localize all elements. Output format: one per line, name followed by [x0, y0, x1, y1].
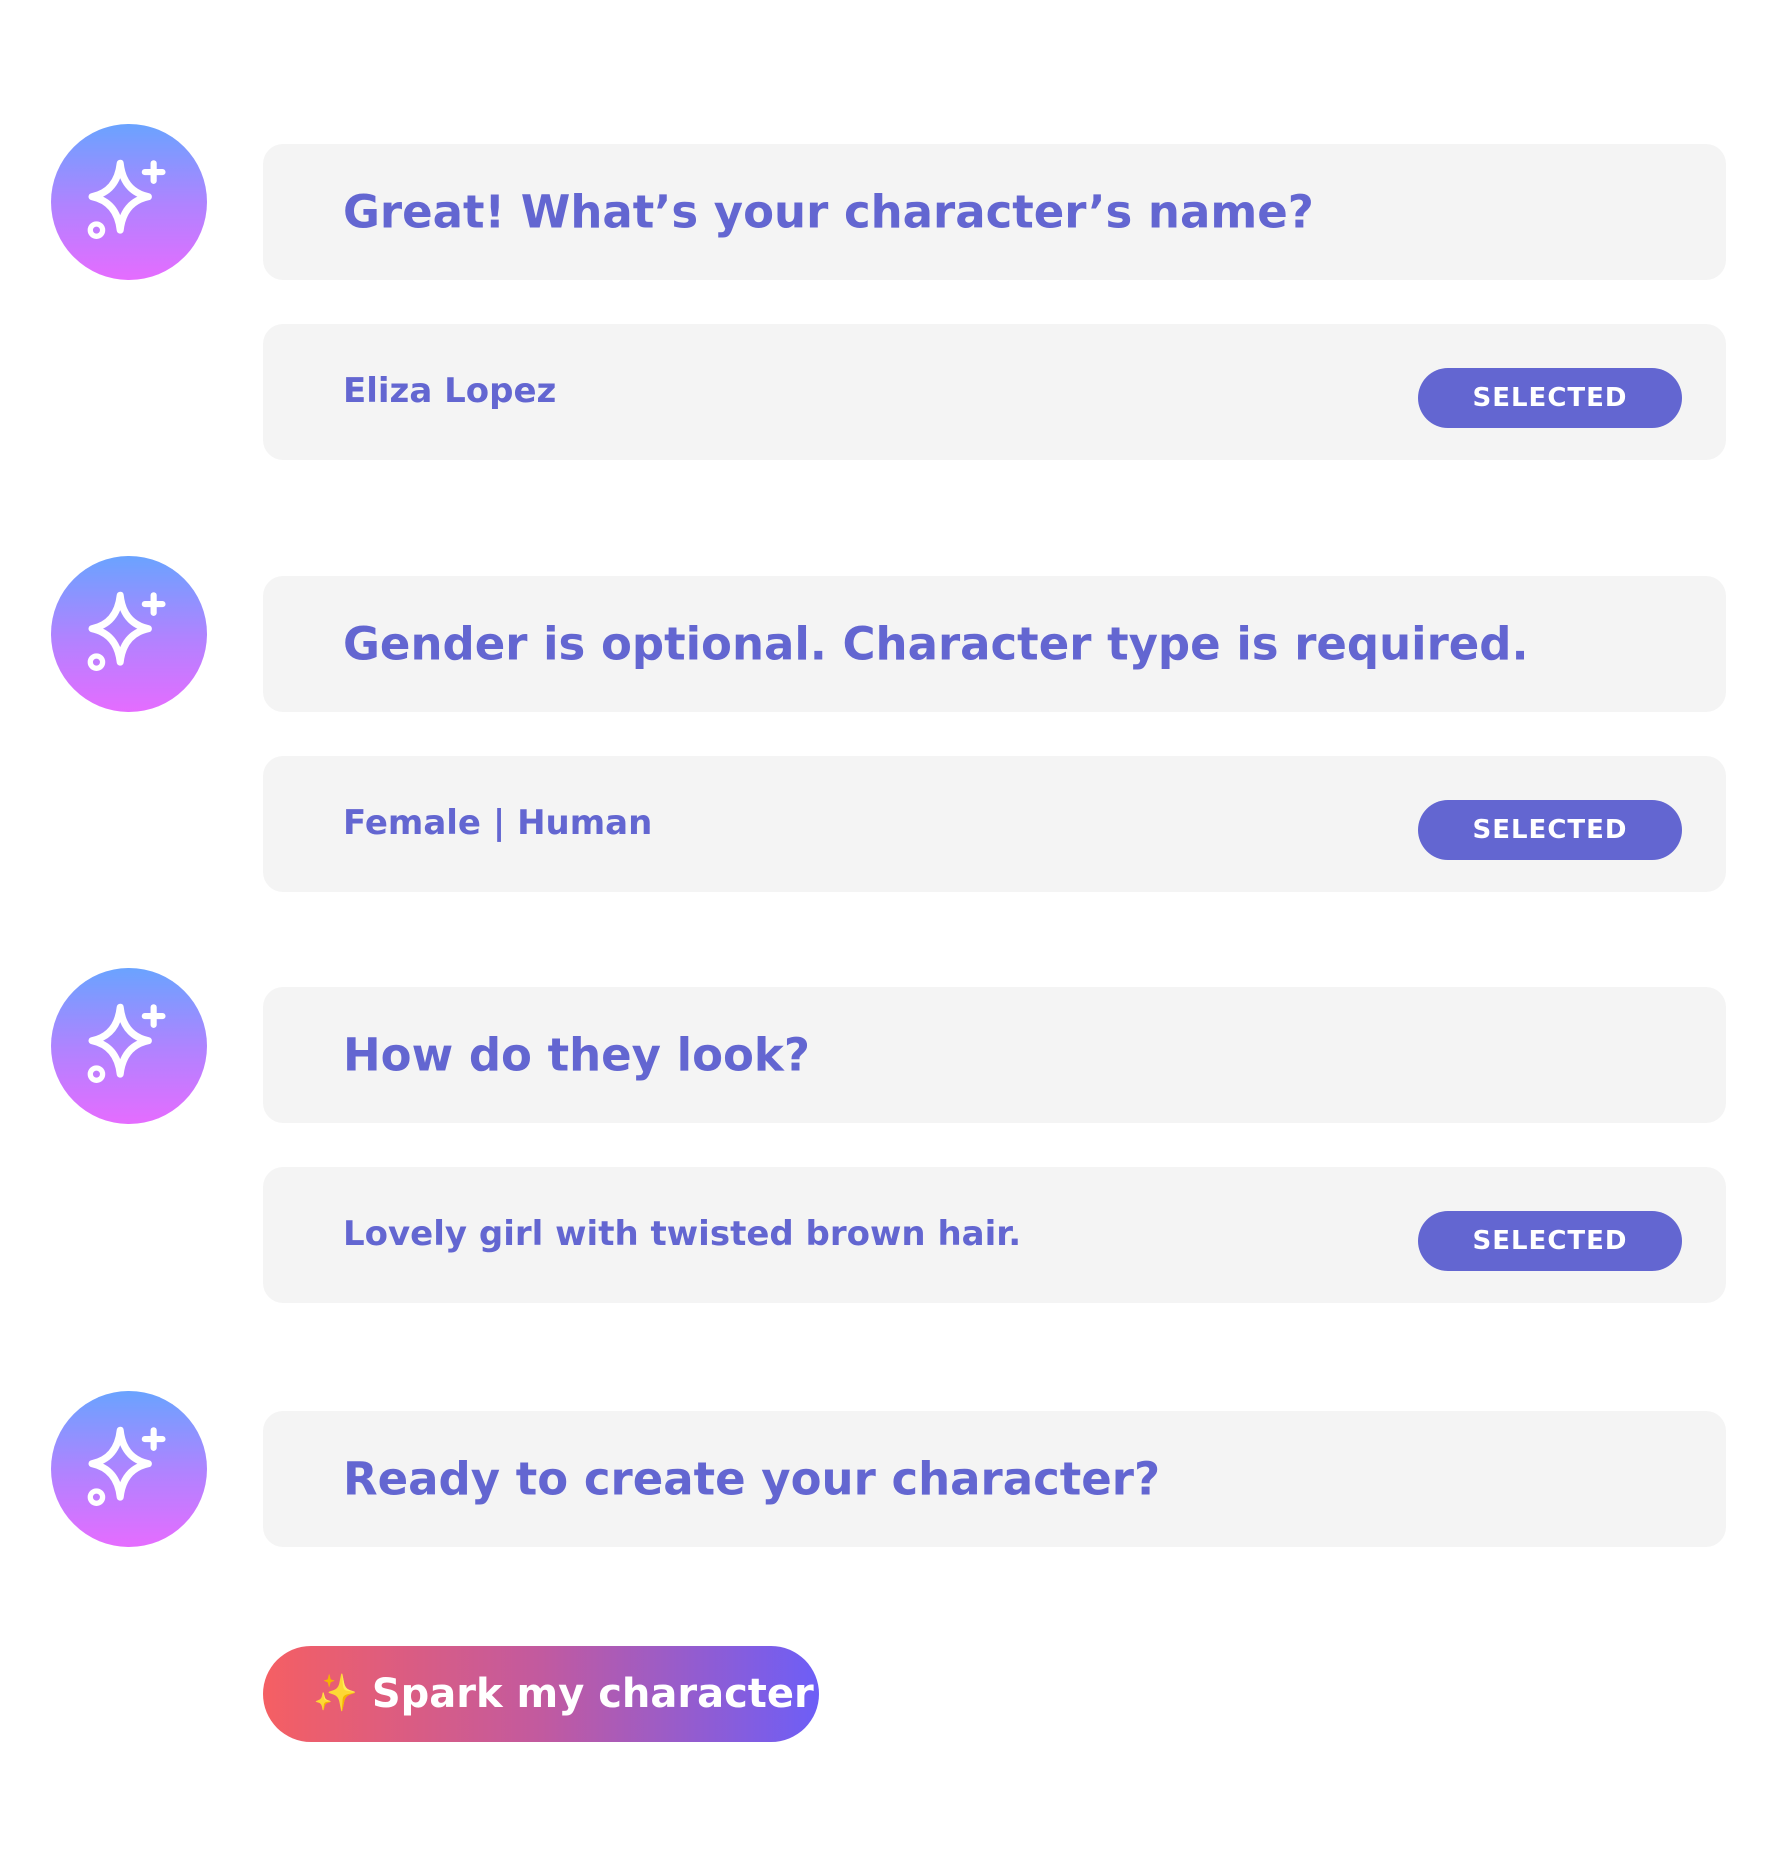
- question-text: Great! What’s your character’s name?: [343, 185, 1314, 239]
- sparkles-icon: ✨: [313, 1673, 358, 1714]
- answer-bubble: Lovely girl with twisted brown hair. SEL…: [263, 1167, 1726, 1303]
- sparkle-icon: [87, 1426, 166, 1506]
- question-text: Ready to create your character?: [343, 1452, 1161, 1506]
- selected-badge[interactable]: SELECTED: [1418, 1211, 1682, 1271]
- answer-bubble: Eliza Lopez SELECTED: [263, 324, 1726, 460]
- answer-bubble: Female | Human SELECTED: [263, 756, 1726, 892]
- question-bubble: Ready to create your character?: [263, 1411, 1726, 1547]
- assistant-avatar: [51, 124, 207, 280]
- assistant-avatar: [51, 1391, 207, 1547]
- selected-badge[interactable]: SELECTED: [1418, 800, 1682, 860]
- answer-text: Lovely girl with twisted brown hair.: [343, 1214, 1022, 1254]
- assistant-avatar: [51, 968, 207, 1124]
- question-bubble: Gender is optional. Character type is re…: [263, 576, 1726, 712]
- question-bubble: How do they look?: [263, 987, 1726, 1123]
- sparkle-icon: [87, 1003, 166, 1083]
- spark-character-button[interactable]: ✨ Spark my character: [263, 1646, 819, 1742]
- question-text: Gender is optional. Character type is re…: [343, 617, 1529, 671]
- question-bubble: Great! What’s your character’s name?: [263, 144, 1726, 280]
- sparkle-icon: [87, 591, 166, 671]
- answer-text: Eliza Lopez: [343, 371, 557, 411]
- spark-character-label: Spark my character: [371, 1671, 814, 1717]
- answer-text: Female | Human: [343, 803, 653, 843]
- question-text: How do they look?: [343, 1028, 810, 1082]
- selected-badge[interactable]: SELECTED: [1418, 368, 1682, 428]
- assistant-avatar: [51, 556, 207, 712]
- sparkle-icon: [87, 159, 166, 239]
